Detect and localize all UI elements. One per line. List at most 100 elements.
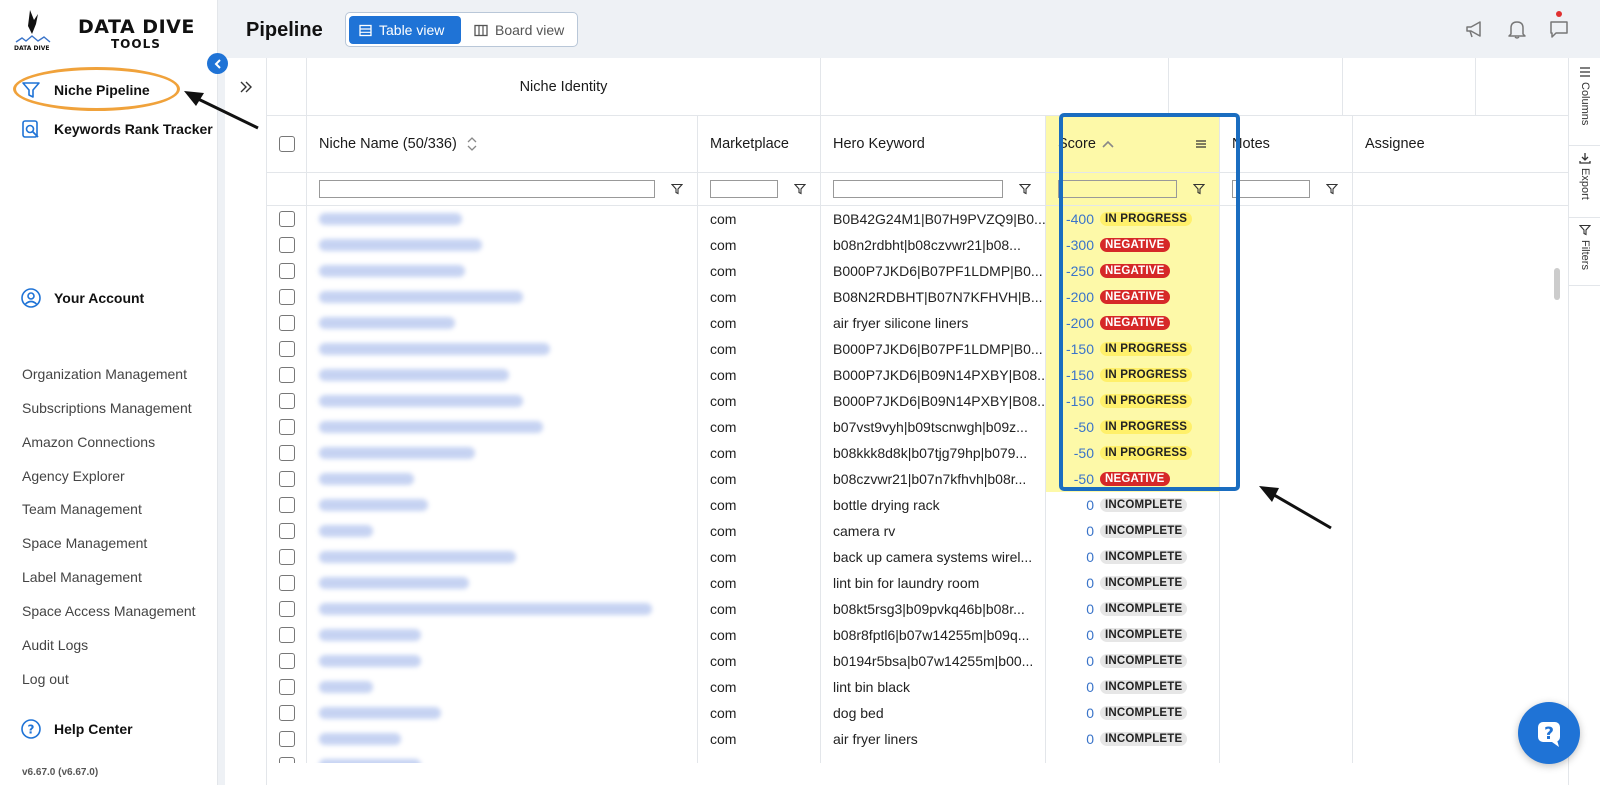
redacted-niche-name[interactable] [319, 265, 465, 277]
app-logo[interactable]: DATA DIVE DATA DIVE TOOLS [12, 6, 202, 52]
row-checkbox[interactable] [279, 341, 295, 357]
select-all-checkbox[interactable] [279, 136, 295, 152]
redacted-niche-name[interactable] [319, 707, 441, 719]
row-checkbox[interactable] [279, 419, 295, 435]
chat-icon[interactable] [1548, 18, 1570, 40]
redacted-niche-name[interactable] [319, 317, 455, 329]
redacted-niche-name[interactable] [319, 213, 462, 225]
col-header-marketplace[interactable]: Marketplace [698, 116, 821, 172]
marketplace-filter-input[interactable] [710, 180, 778, 198]
row-checkbox[interactable] [279, 575, 295, 591]
table-row[interactable]: com bottle drying rack 0 INCOMPLETE [267, 492, 1569, 518]
link-amazon-connections[interactable]: Amazon Connections [22, 434, 155, 450]
table-row[interactable]: com lint bin for laundry room 0 INCOMPLETE [267, 570, 1569, 596]
filter-icon[interactable] [1193, 183, 1205, 195]
table-row[interactable]: com b08n2rdbht|b08czvwr21|b08... -300 NEGAT… [267, 232, 1569, 258]
redacted-niche-name[interactable] [319, 291, 523, 303]
filters-tab[interactable]: Filters [1569, 224, 1600, 286]
redacted-niche-name[interactable] [319, 239, 482, 251]
link-subscriptions-management[interactable]: Subscriptions Management [22, 400, 192, 416]
filter-icon[interactable] [1019, 183, 1031, 195]
row-checkbox[interactable] [279, 289, 295, 305]
sidebar-item-niche-pipeline[interactable]: Niche Pipeline [20, 79, 150, 101]
row-checkbox[interactable] [279, 237, 295, 253]
row-checkbox[interactable] [279, 471, 295, 487]
row-checkbox[interactable] [279, 497, 295, 513]
redacted-niche-name[interactable] [319, 369, 509, 381]
col-header-niche-name[interactable]: Niche Name (50/336) [307, 116, 698, 172]
row-checkbox[interactable] [279, 653, 295, 669]
vertical-scrollbar[interactable] [1554, 268, 1560, 300]
redacted-niche-name[interactable] [319, 499, 428, 511]
redacted-niche-name[interactable] [319, 603, 652, 615]
row-checkbox[interactable] [279, 263, 295, 279]
col-header-assignee[interactable]: Assignee [1353, 116, 1569, 172]
redacted-niche-name[interactable] [319, 343, 550, 355]
table-row[interactable]: com B08N2RDBHT|B07N7KFHVH|B... -200 NEGATIV… [267, 284, 1569, 310]
sidebar-item-keywords-rank-tracker[interactable]: Keywords Rank Tracker [20, 118, 213, 140]
table-row[interactable]: com dog bed 0 INCOMPLETE [267, 700, 1569, 726]
redacted-niche-name[interactable] [319, 655, 421, 667]
table-row[interactable]: com B0B42G24M1|B07H9PVZQ9|B0... -400 IN PRO… [267, 206, 1569, 232]
redacted-niche-name[interactable] [319, 447, 475, 459]
link-team-management[interactable]: Team Management [22, 501, 142, 517]
table-row[interactable]: com B000P7JKD6|B07PF1LDMP|B0... -150 IN PRO… [267, 336, 1569, 362]
row-checkbox[interactable] [279, 549, 295, 565]
link-label-management[interactable]: Label Management [22, 569, 142, 585]
col-header-hero-keyword[interactable]: Hero Keyword [821, 116, 1046, 172]
notes-filter-input[interactable] [1232, 180, 1310, 198]
table-view-button[interactable]: Table view [349, 16, 461, 44]
table-row[interactable]: com b08kkk8d8k|b07tjg79hp|b079... -50 IN PR… [267, 440, 1569, 466]
row-checkbox[interactable] [279, 627, 295, 643]
row-checkbox[interactable] [279, 523, 295, 539]
redacted-niche-name[interactable] [319, 525, 373, 537]
row-checkbox[interactable] [279, 445, 295, 461]
sort-icon[interactable] [467, 136, 477, 152]
link-organization-management[interactable]: Organization Management [22, 366, 187, 382]
redacted-niche-name[interactable] [319, 733, 401, 745]
row-checkbox[interactable] [279, 315, 295, 331]
expand-panel-button[interactable] [225, 58, 267, 785]
row-checkbox[interactable] [279, 393, 295, 409]
table-row[interactable]: com b08kt5rsg3|b09pvkq46b|b08r... 0 INCOMPL… [267, 596, 1569, 622]
score-filter-input[interactable] [1058, 180, 1177, 198]
filter-icon[interactable] [794, 183, 806, 195]
col-header-notes[interactable]: Notes [1220, 116, 1353, 172]
redacted-niche-name[interactable] [319, 551, 516, 563]
link-agency-explorer[interactable]: Agency Explorer [22, 468, 125, 484]
table-row[interactable]: com B000P7JKD6|B09N14PXBY|B08... -150 IN PR… [267, 388, 1569, 414]
row-checkbox[interactable] [279, 757, 295, 763]
megaphone-icon[interactable] [1464, 18, 1486, 40]
hero-filter-input[interactable] [833, 180, 1003, 198]
redacted-niche-name[interactable] [319, 759, 421, 763]
collapse-sidebar-button[interactable] [207, 53, 228, 74]
row-checkbox[interactable] [279, 679, 295, 695]
table-row[interactable]: com air fryer liners 0 INCOMPLETE [267, 726, 1569, 752]
link-log-out[interactable]: Log out [22, 671, 69, 687]
row-checkbox[interactable] [279, 731, 295, 747]
table-row[interactable]: com air fryer silicone liners -200 NEGATIVE [267, 310, 1569, 336]
redacted-niche-name[interactable] [319, 395, 523, 407]
table-row[interactable]: com b0194r5bsa|b07w14255m|b00... 0 INCOMPLE… [267, 648, 1569, 674]
bell-icon[interactable] [1506, 18, 1528, 40]
filter-icon[interactable] [1326, 183, 1338, 195]
table-row[interactable]: com camera rv 0 INCOMPLETE [267, 518, 1569, 544]
row-checkbox[interactable] [279, 211, 295, 227]
link-space-management[interactable]: Space Management [22, 535, 147, 551]
link-space-access-management[interactable]: Space Access Management [22, 603, 196, 619]
redacted-niche-name[interactable] [319, 473, 414, 485]
redacted-niche-name[interactable] [319, 577, 469, 589]
row-checkbox[interactable] [279, 601, 295, 617]
row-checkbox[interactable] [279, 367, 295, 383]
name-filter-input[interactable] [319, 180, 655, 198]
columns-tab[interactable]: Columns [1569, 66, 1600, 146]
row-checkbox[interactable] [279, 705, 295, 721]
table-row[interactable]: com B000P7JKD6|B09N14PXBY|B08... -150 IN PR… [267, 362, 1569, 388]
link-audit-logs[interactable]: Audit Logs [22, 637, 88, 653]
sidebar-item-help-center[interactable]: ? Help Center [20, 718, 133, 740]
table-row[interactable]: com b08r8fptl6|b07w14255m|b09q... 0 INCOMPL… [267, 622, 1569, 648]
table-row[interactable]: com b08czvwr21|b07n7kfhvh|b08r... -50 NEGAT… [267, 466, 1569, 492]
redacted-niche-name[interactable] [319, 629, 421, 641]
table-row[interactable]: com lint bin black 0 INCOMPLETE [267, 674, 1569, 700]
col-header-score[interactable]: Score [1046, 116, 1220, 172]
